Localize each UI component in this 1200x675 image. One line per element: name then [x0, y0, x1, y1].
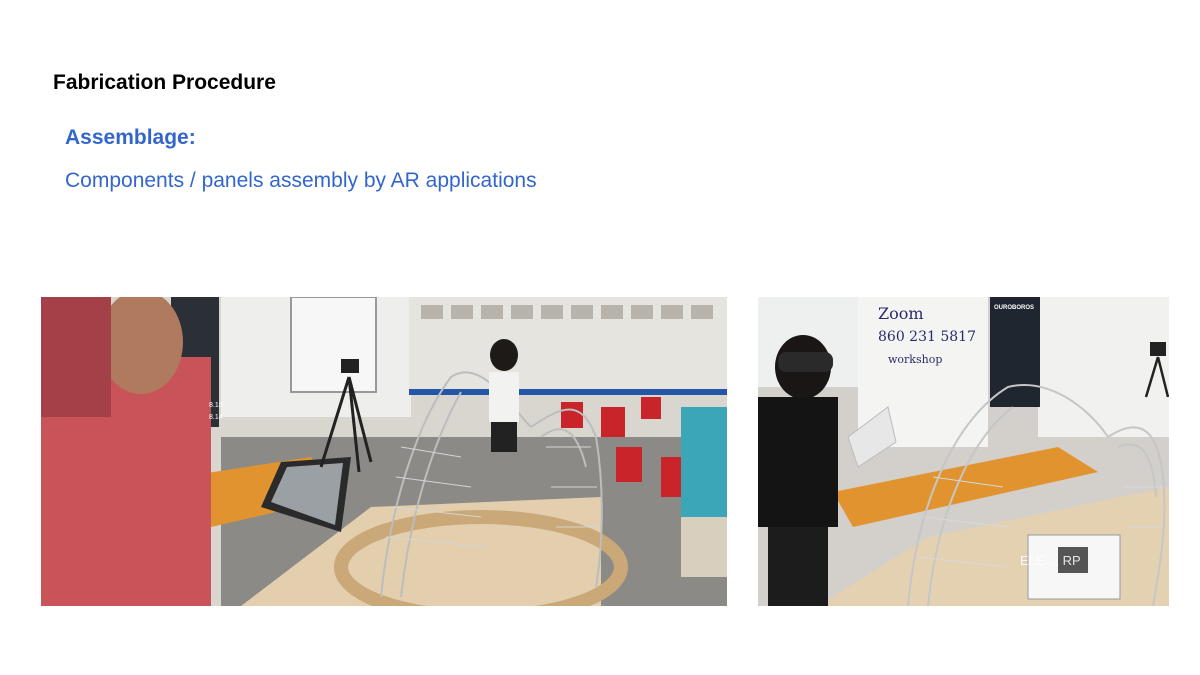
section-description: Components / panels assembly by AR appli… — [65, 169, 537, 192]
whiteboard-text-zoom: Zoom — [878, 304, 924, 323]
ar-overlay-label: ELE ... RP — [1020, 553, 1081, 568]
poster-text-left-2: 8.14 — [209, 414, 223, 421]
photo-ar-assembly-headset: Zoom 860 231 5817 workshop OUROBOROS ELE… — [758, 297, 1169, 606]
poster-text-left-1: 8.10 — [209, 402, 223, 409]
poster-text-ouroboros: OUROBOROS — [994, 305, 1034, 311]
photo-left-illustration: 8.10 8.14 — [41, 297, 727, 606]
whiteboard-text-number: 860 231 5817 — [878, 329, 976, 345]
photo-ar-assembly-tablet: 8.10 8.14 — [41, 297, 727, 606]
slide-title: Fabrication Procedure — [53, 71, 276, 94]
whiteboard-text-workshop: workshop — [888, 353, 942, 366]
photo-right-illustration: Zoom 860 231 5817 workshop OUROBOROS ELE… — [758, 297, 1169, 606]
section-subtitle: Assemblage: — [65, 126, 196, 149]
